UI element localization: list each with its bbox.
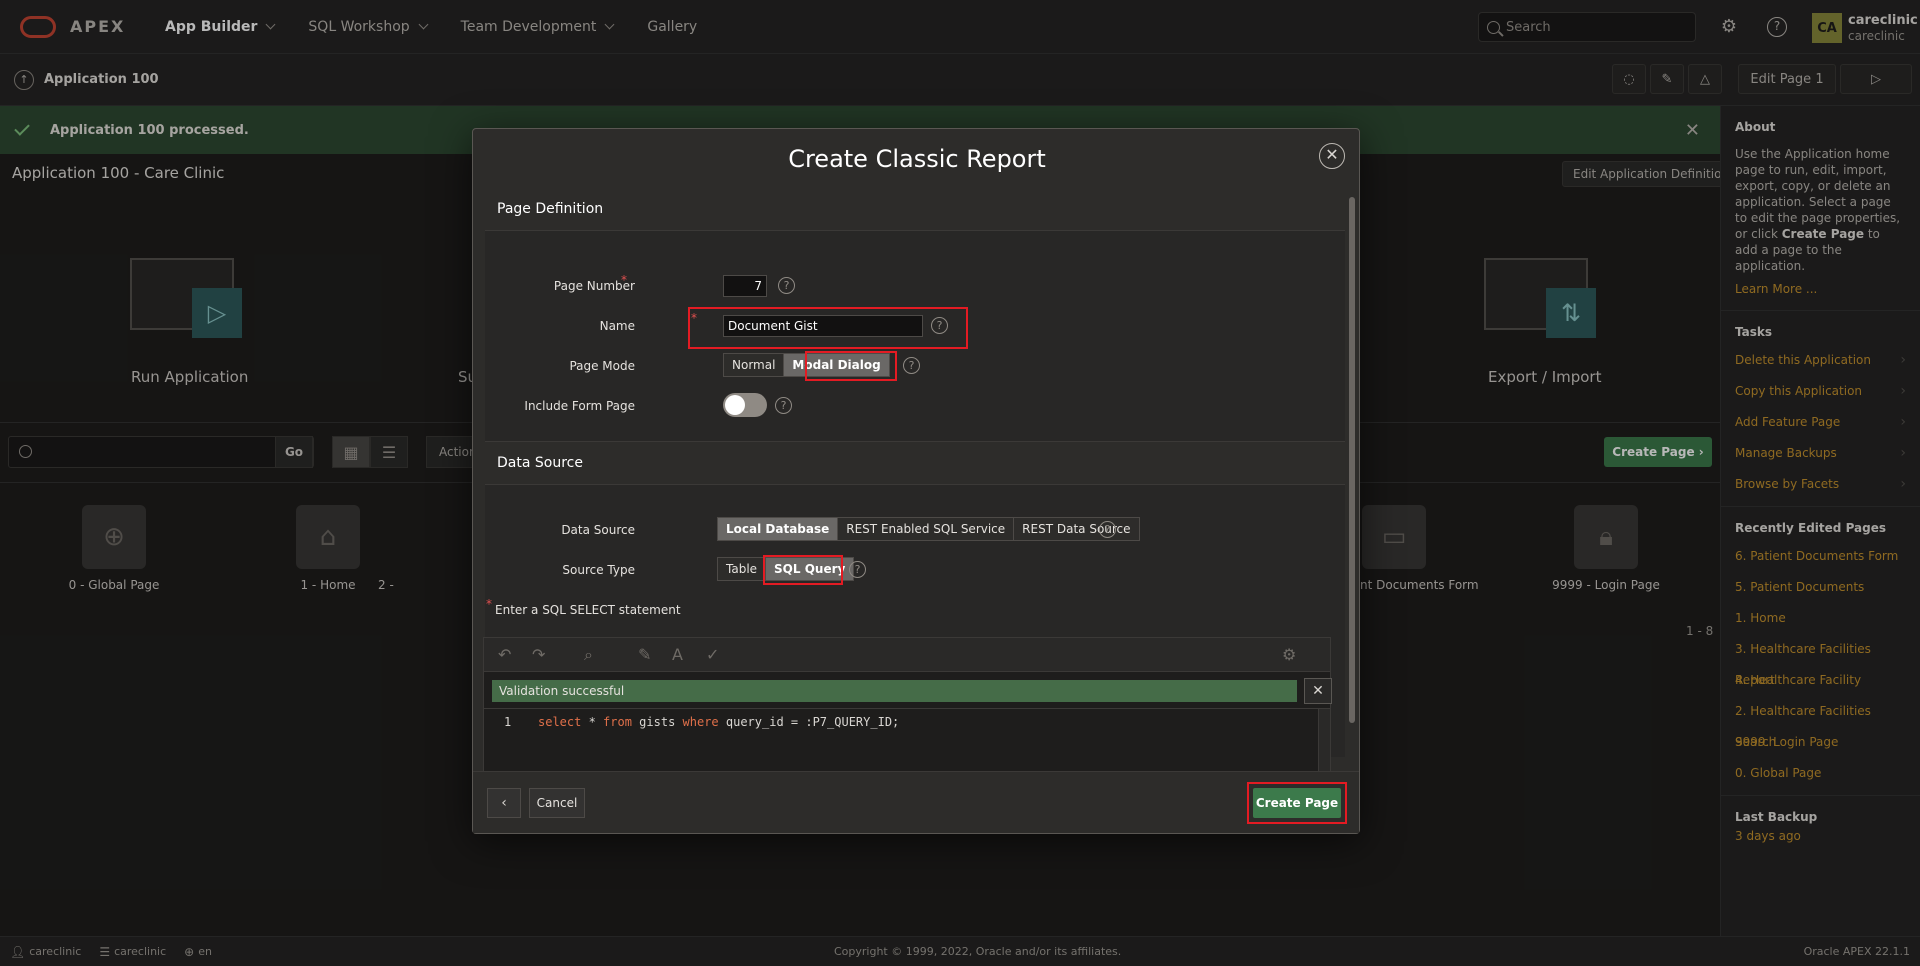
- line-number: 1: [504, 715, 512, 729]
- page-mode-label: Page Mode: [569, 359, 635, 373]
- help-icon[interactable]: ?: [849, 561, 866, 578]
- back-button[interactable]: ‹: [487, 788, 521, 818]
- cancel-button[interactable]: Cancel: [529, 788, 585, 818]
- close-icon[interactable]: ✕: [1304, 678, 1332, 704]
- highlight-box: [805, 351, 897, 381]
- help-icon[interactable]: ?: [903, 357, 920, 374]
- name-label: Name: [599, 319, 635, 333]
- dialog-scrollbar[interactable]: [1349, 197, 1355, 723]
- search-icon[interactable]: ⌕: [584, 645, 593, 665]
- dialog-footer: ‹ Cancel Create Page: [473, 771, 1359, 833]
- hint-icon[interactable]: ✎: [638, 645, 651, 664]
- data-source-label: Data Source: [561, 523, 635, 537]
- include-form-label: Include Form Page: [524, 399, 635, 413]
- data-source-local-database[interactable]: Local Database: [718, 518, 839, 540]
- help-icon[interactable]: ?: [778, 277, 795, 294]
- required-marker: *: [691, 311, 697, 325]
- create-page-button[interactable]: Create Page: [1253, 788, 1341, 818]
- required-marker: *: [486, 597, 492, 611]
- validate-icon[interactable]: ✓: [706, 645, 719, 664]
- data-source-rest-enabled-sql[interactable]: REST Enabled SQL Service: [838, 518, 1015, 540]
- toggle-knob: [725, 395, 745, 415]
- sql-code-line[interactable]: select * from gists where query_id = :P7…: [538, 715, 899, 729]
- source-type-table[interactable]: Table: [718, 558, 767, 580]
- redo-icon[interactable]: ↷: [532, 645, 545, 664]
- highlight-box: [763, 555, 843, 585]
- page-definition-heading: Page Definition: [485, 187, 1345, 231]
- help-icon[interactable]: ?: [931, 317, 948, 334]
- help-icon[interactable]: ?: [775, 397, 792, 414]
- undo-icon[interactable]: ↶: [498, 645, 511, 664]
- dialog-title: Create Classic Report: [788, 145, 1046, 173]
- source-type-label: Source Type: [562, 563, 635, 577]
- editor-toolbar: ↶ ↷ ⌕ ✎ A ✓ ⚙: [484, 638, 1330, 672]
- page-mode-normal[interactable]: Normal: [724, 354, 785, 376]
- format-icon[interactable]: A: [672, 645, 683, 664]
- help-icon[interactable]: ?: [1099, 521, 1116, 538]
- page-number-label: Page Number: [553, 279, 635, 293]
- data-source-heading: Data Source: [485, 441, 1345, 485]
- validation-message: Validation successful: [492, 680, 1297, 702]
- close-icon[interactable]: ✕: [1319, 143, 1345, 169]
- name-input[interactable]: Document Gist: [723, 315, 923, 337]
- include-form-toggle[interactable]: [723, 393, 767, 417]
- create-classic-report-dialog: Create Classic Report ✕ Page Definition …: [472, 128, 1360, 834]
- data-source-rest-data-source[interactable]: REST Data Source: [1014, 518, 1139, 540]
- data-source-radio-group: Local Database REST Enabled SQL Service …: [717, 517, 1140, 541]
- page-number-input[interactable]: 7: [723, 275, 767, 297]
- sql-statement-label: Enter a SQL SELECT statement: [495, 603, 681, 617]
- settings-icon[interactable]: ⚙: [1282, 645, 1296, 664]
